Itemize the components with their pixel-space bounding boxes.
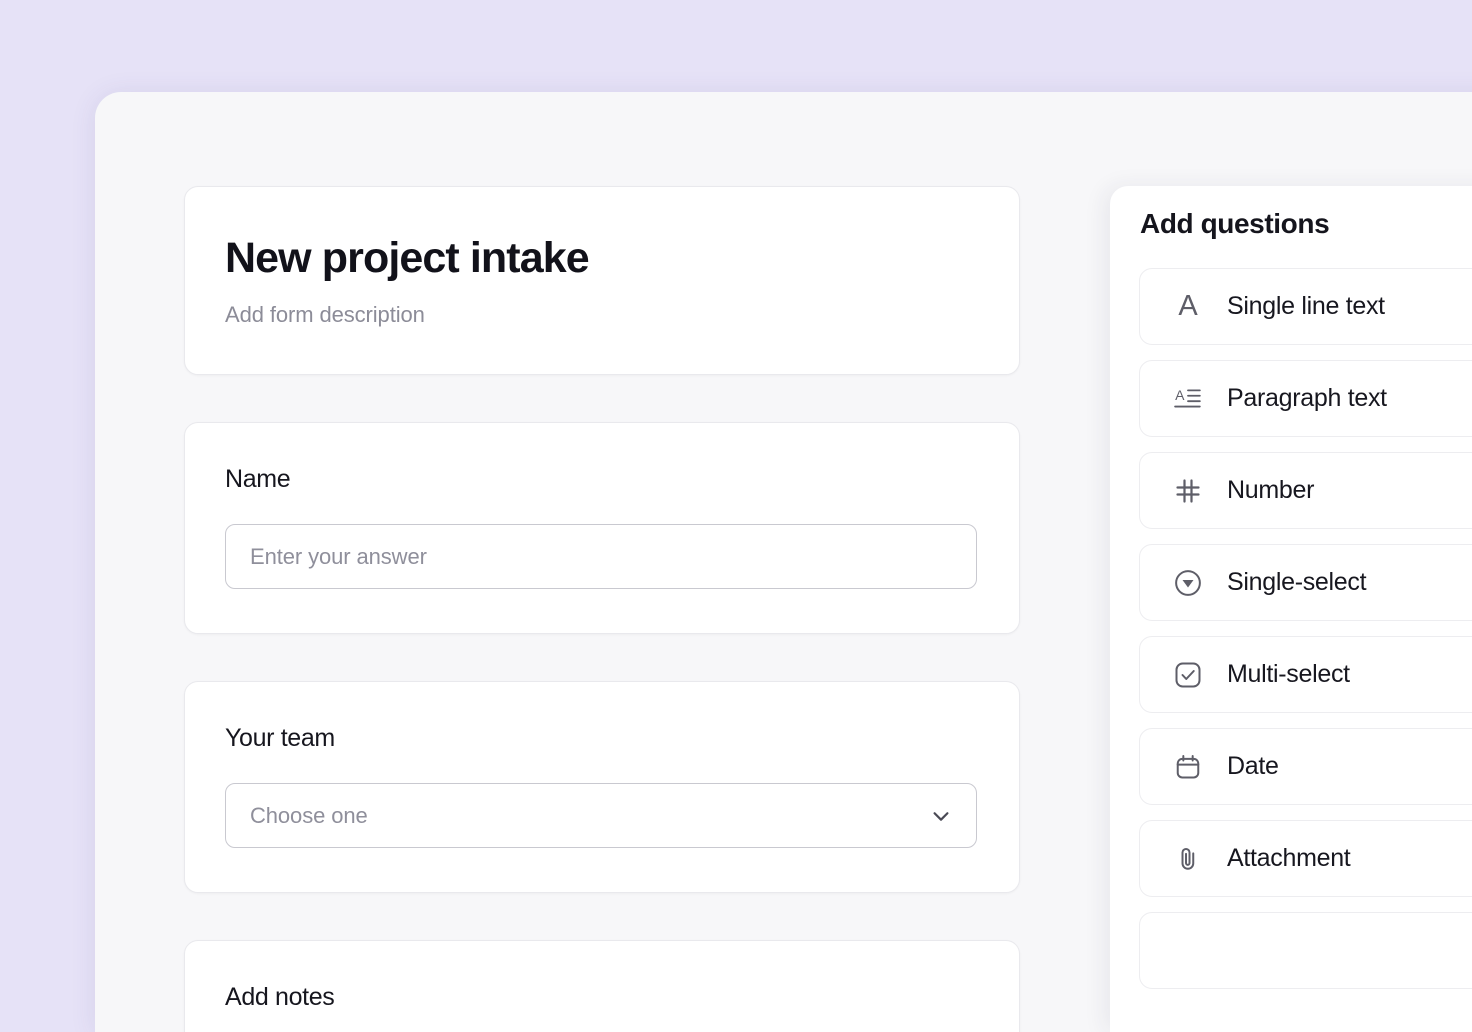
question-type-date[interactable]: Date xyxy=(1139,728,1472,805)
question-type-label: Attachment xyxy=(1227,844,1351,872)
calendar-icon xyxy=(1171,750,1205,784)
your-team-select[interactable]: Choose one xyxy=(225,783,977,849)
form-canvas: New project intake Add form description … xyxy=(95,92,1110,1032)
name-input-placeholder: Enter your answer xyxy=(250,543,427,569)
hash-icon xyxy=(1171,474,1205,508)
form-title[interactable]: New project intake xyxy=(225,235,979,282)
question-card-your-team[interactable]: Your team Choose one xyxy=(184,681,1020,894)
question-label[interactable]: Name xyxy=(225,465,979,494)
svg-text:A: A xyxy=(1175,387,1185,403)
question-card-name[interactable]: Name Enter your answer xyxy=(184,422,1020,635)
add-questions-panel: Add questions A Single line text A Parag… xyxy=(1110,186,1472,1032)
circle-caret-down-icon xyxy=(1171,566,1205,600)
question-type-single-line-text[interactable]: A Single line text xyxy=(1139,268,1472,345)
question-type-multi-select[interactable]: Multi-select xyxy=(1139,636,1472,713)
question-type-label: Single-select xyxy=(1227,568,1367,596)
question-type-label: Date xyxy=(1227,752,1279,780)
question-type-label: Paragraph text xyxy=(1227,384,1387,412)
letter-a-icon: A xyxy=(1178,290,1198,322)
question-type-label: Multi-select xyxy=(1227,660,1350,688)
question-type-list: A Single line text A Paragraph text Numb… xyxy=(1139,268,1472,989)
question-type-label: Single line text xyxy=(1227,292,1385,320)
paperclip-icon xyxy=(1171,842,1205,876)
question-type-single-select[interactable]: Single-select xyxy=(1139,544,1472,621)
question-type-attachment[interactable]: Attachment xyxy=(1139,820,1472,897)
question-type-number[interactable]: Number xyxy=(1139,452,1472,529)
chevron-down-icon[interactable] xyxy=(930,805,952,827)
question-type-label: Number xyxy=(1227,476,1315,504)
question-type-paragraph-text[interactable]: A Paragraph text xyxy=(1139,360,1472,437)
question-label[interactable]: Add notes xyxy=(225,983,979,1012)
checkbox-check-icon xyxy=(1171,658,1205,692)
name-input[interactable]: Enter your answer xyxy=(225,524,977,590)
question-card-add-notes[interactable]: Add notes xyxy=(184,940,1020,1032)
question-type-partial[interactable] xyxy=(1139,912,1472,989)
paragraph-text-icon: A xyxy=(1171,382,1205,416)
form-description[interactable]: Add form description xyxy=(225,302,979,328)
form-header-card[interactable]: New project intake Add form description xyxy=(184,186,1020,376)
app-window: New project intake Add form description … xyxy=(95,92,1472,1032)
panel-title: Add questions xyxy=(1140,208,1330,239)
your-team-select-placeholder: Choose one xyxy=(250,802,368,828)
question-label[interactable]: Your team xyxy=(225,724,979,753)
